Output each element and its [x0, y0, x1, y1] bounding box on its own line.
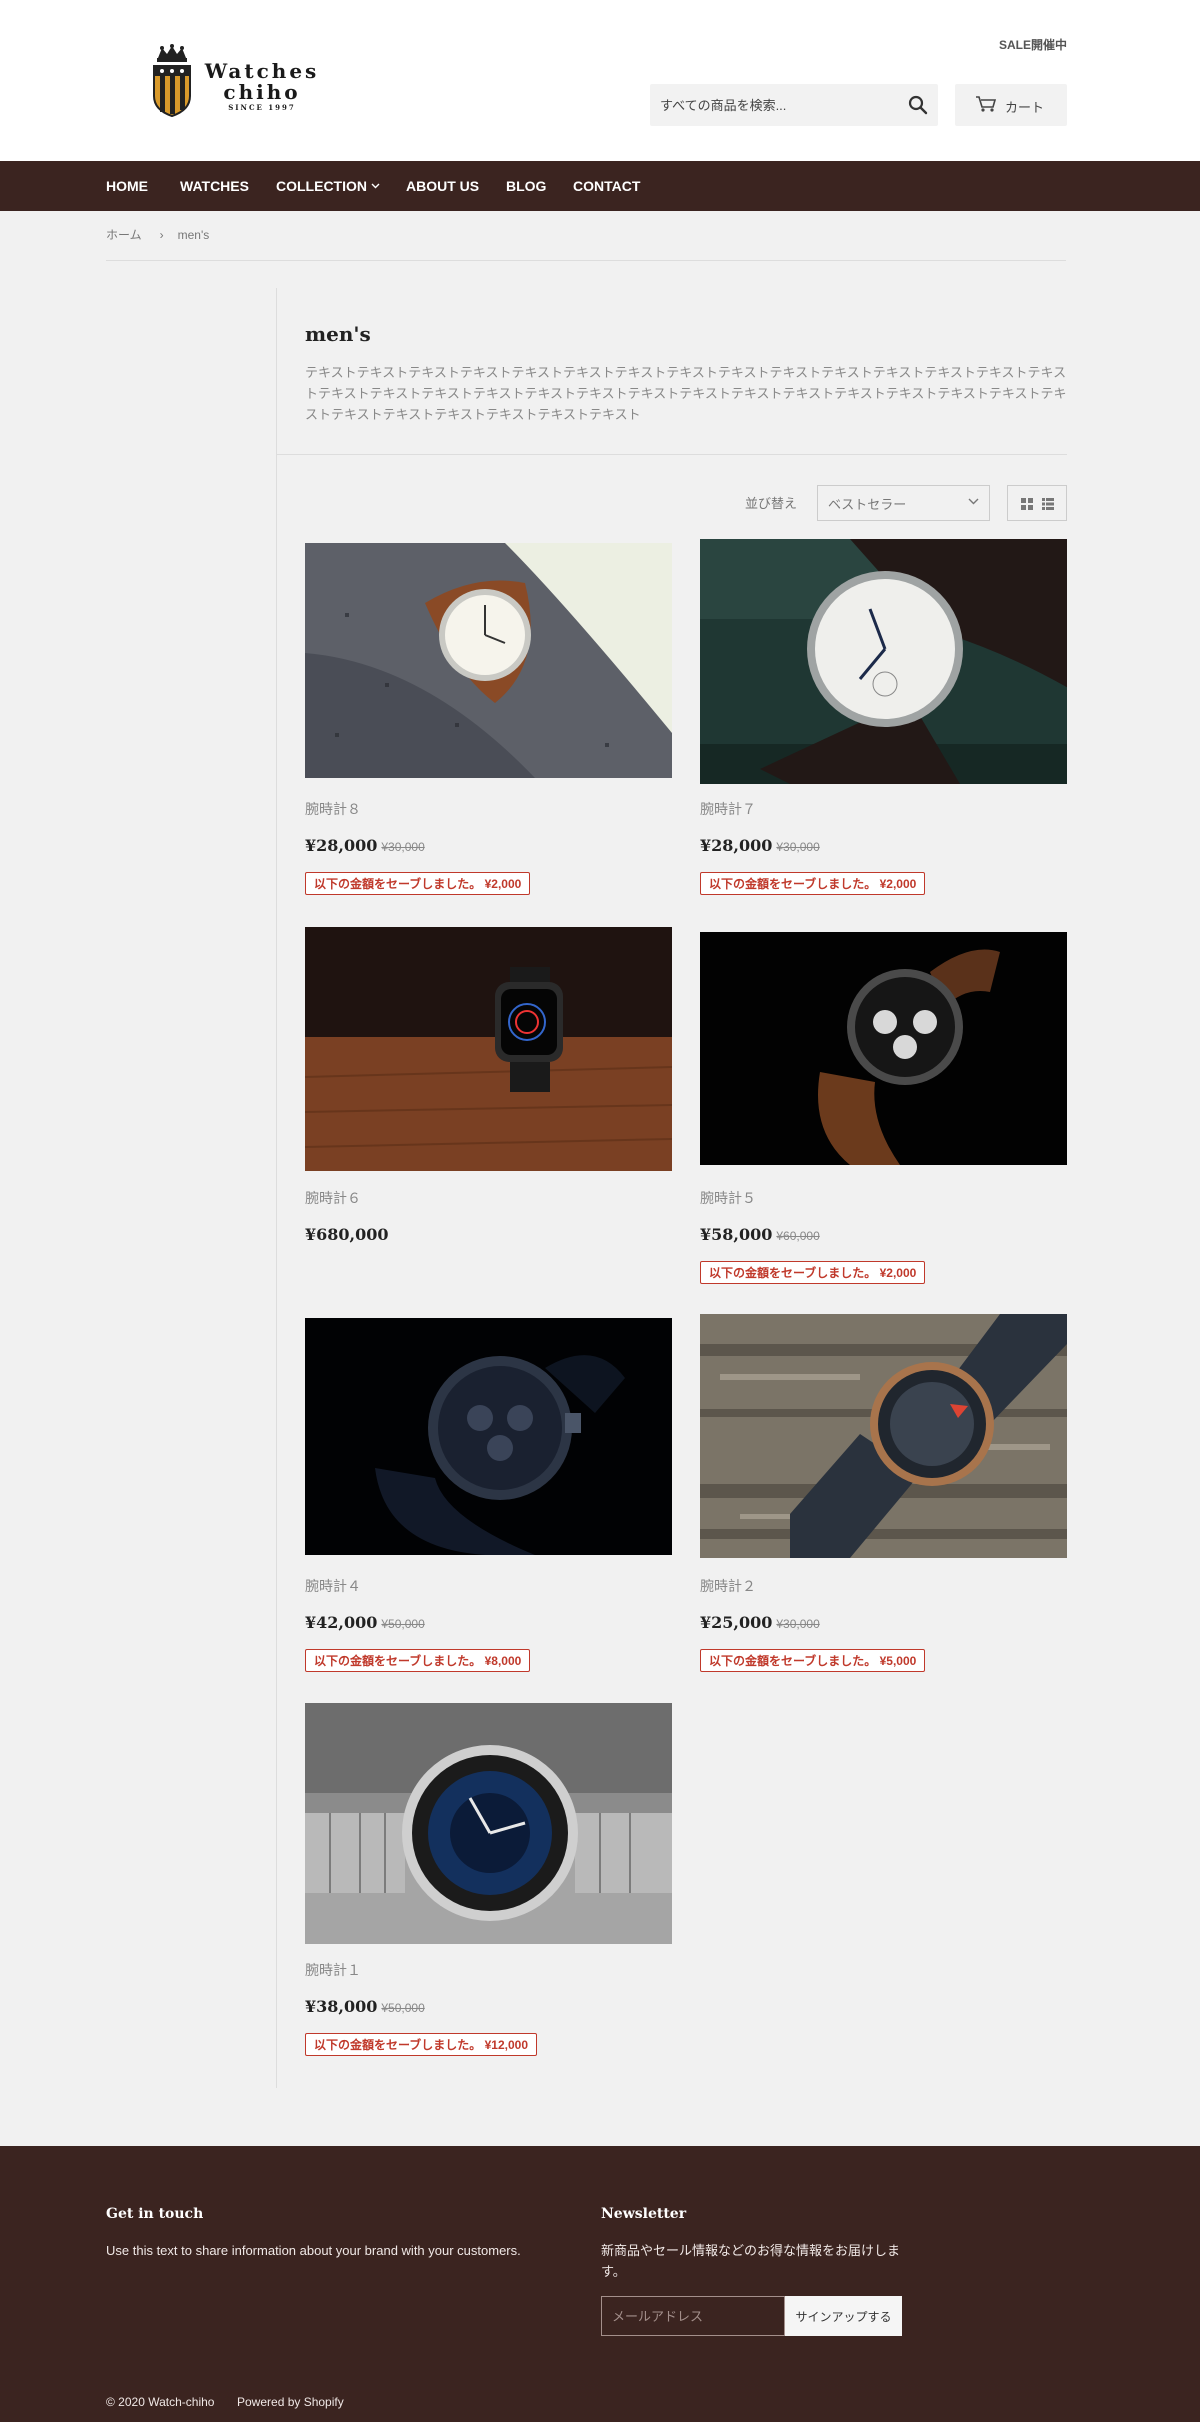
product-price: ¥58,000 [700, 1225, 773, 1244]
view-toggle [1007, 485, 1067, 521]
product-compare-price: ¥30,000 [381, 840, 425, 854]
chevron-down-icon [968, 498, 979, 505]
watch-on-tie-image [305, 543, 672, 778]
search-input[interactable] [650, 84, 890, 126]
product-compare-price: ¥50,000 [381, 2001, 425, 2015]
product-price: ¥42,000 [305, 1613, 378, 1632]
product-image[interactable] [305, 1703, 672, 1944]
product-image[interactable] [305, 543, 672, 778]
site-header: Watches chiho SINCE 1997 SALE開催中 カート [0, 0, 1200, 161]
product-price-row: ¥680,000 [305, 1225, 389, 1245]
cart-button[interactable]: カート [955, 84, 1067, 126]
collection-description: テキストテキストテキストテキストテキストテキストテキストテキストテキストテキスト… [305, 365, 1067, 422]
product-compare-price: ¥30,000 [776, 1617, 820, 1631]
product-price: ¥38,000 [305, 1997, 378, 2016]
product-price-row: ¥38,000 ¥50,000 [305, 1997, 425, 2017]
product-price: ¥28,000 [700, 836, 773, 855]
description-divider [276, 454, 1067, 455]
breadcrumb: ホーム › men's [106, 226, 209, 243]
product-price: ¥25,000 [700, 1613, 773, 1632]
product-image[interactable] [305, 927, 672, 1171]
product-price-row: ¥28,000 ¥30,000 [305, 836, 425, 856]
logo-line-3: SINCE 1997 [228, 103, 296, 112]
sort-value: ベストセラー [828, 497, 907, 512]
newsletter-email-input[interactable] [601, 2296, 785, 2336]
product-price-row: ¥25,000 ¥30,000 [700, 1613, 820, 1633]
product-price-row: ¥42,000 ¥50,000 [305, 1613, 425, 1633]
product-compare-price: ¥60,000 [776, 1229, 820, 1243]
grid-view-icon[interactable] [1021, 498, 1033, 510]
nav-about-us[interactable]: ABOUT US [406, 178, 479, 194]
savings-badge: 以下の金額をセーブしました。 ¥2,000 [700, 1261, 926, 1284]
dark-chronograph-image [305, 1318, 672, 1555]
product-image[interactable] [700, 1314, 1067, 1558]
chronograph-leather-image [700, 932, 1067, 1165]
announcement-text[interactable]: SALE開催中 [990, 36, 1067, 53]
sort-select[interactable]: ベストセラー [817, 485, 990, 521]
footer-contact-text: Use this text to share information about… [106, 2243, 521, 2258]
newsletter-signup-button[interactable]: サインアップする [785, 2296, 902, 2336]
product-name[interactable]: 腕時計４ [305, 1576, 361, 1596]
smartwatch-image [305, 927, 672, 1171]
product-name[interactable]: 腕時計５ [700, 1188, 756, 1208]
footer-newsletter-text: 新商品やセール情報などのお得な情報をお届けします。 [601, 2243, 901, 2279]
nav-contact[interactable]: CONTACT [573, 178, 640, 194]
breadcrumb-divider [106, 260, 1066, 261]
site-footer: Get in touch Use this text to share info… [0, 2146, 1200, 2422]
logo-line-2: chiho [223, 80, 301, 104]
product-compare-price: ¥30,000 [776, 840, 820, 854]
savings-badge: 以下の金額をセーブしました。 ¥2,000 [305, 872, 531, 895]
main-nav: HOME WATCHES COLLECTION ABOUT US BLOG CO… [0, 161, 1200, 211]
breadcrumb-home[interactable]: ホーム [106, 226, 142, 243]
sort-label: 並び替え [745, 496, 798, 511]
page-title: men's [305, 322, 371, 346]
product-price: ¥680,000 [305, 1225, 389, 1244]
product-name[interactable]: 腕時計６ [305, 1188, 361, 1208]
chevron-down-icon [371, 183, 380, 189]
savings-badge: 以下の金額をセーブしました。 ¥5,000 [700, 1649, 926, 1672]
product-name[interactable]: 腕時計２ [700, 1576, 756, 1596]
nav-collection-label: COLLECTION [276, 178, 367, 194]
product-compare-price: ¥50,000 [381, 1617, 425, 1631]
dress-watch-image [700, 539, 1067, 784]
product-name[interactable]: 腕時計８ [305, 799, 361, 819]
product-name[interactable]: 腕時計７ [700, 799, 756, 819]
savings-badge: 以下の金額をセーブしました。 ¥8,000 [305, 1649, 531, 1672]
search-icon[interactable] [906, 93, 930, 117]
product-image[interactable] [700, 932, 1067, 1165]
product-image[interactable] [305, 1318, 672, 1555]
product-price-row: ¥58,000 ¥60,000 [700, 1225, 820, 1245]
footer-newsletter-heading: Newsletter [601, 2206, 687, 2222]
nav-home[interactable]: HOME [106, 178, 148, 194]
nav-blog[interactable]: BLOG [506, 178, 546, 194]
cart-label: カート [1005, 100, 1045, 115]
savings-badge: 以下の金額をセーブしました。 ¥2,000 [700, 872, 926, 895]
product-image[interactable] [700, 539, 1067, 784]
nav-watches[interactable]: WATCHES [180, 178, 249, 194]
site-logo[interactable]: Watches chiho SINCE 1997 [150, 44, 325, 118]
breadcrumb-current: men's [177, 228, 210, 242]
product-price: ¥28,000 [305, 836, 378, 855]
copyright-text[interactable]: © 2020 Watch-chiho [106, 2395, 214, 2409]
product-price-row: ¥28,000 ¥30,000 [700, 836, 820, 856]
list-view-icon[interactable] [1042, 498, 1054, 510]
logo-line-1: Watches [204, 59, 320, 83]
sport-watch-wood-image [700, 1314, 1067, 1558]
breadcrumb-separator: › [159, 228, 164, 242]
crown-shield-icon [153, 44, 191, 118]
sidebar-divider [276, 288, 277, 2088]
diver-watch-image [305, 1703, 672, 1944]
search-bar [650, 84, 938, 126]
logo-wordmark: Watches chiho SINCE 1997 [202, 60, 322, 114]
product-name[interactable]: 腕時計１ [305, 1960, 361, 1980]
footer-contact-heading: Get in touch [106, 2206, 204, 2222]
cart-icon [976, 96, 997, 112]
nav-collection[interactable]: COLLECTION [276, 178, 380, 194]
powered-by-link[interactable]: Powered by Shopify [237, 2395, 344, 2409]
savings-badge: 以下の金額をセーブしました。 ¥12,000 [305, 2033, 537, 2056]
